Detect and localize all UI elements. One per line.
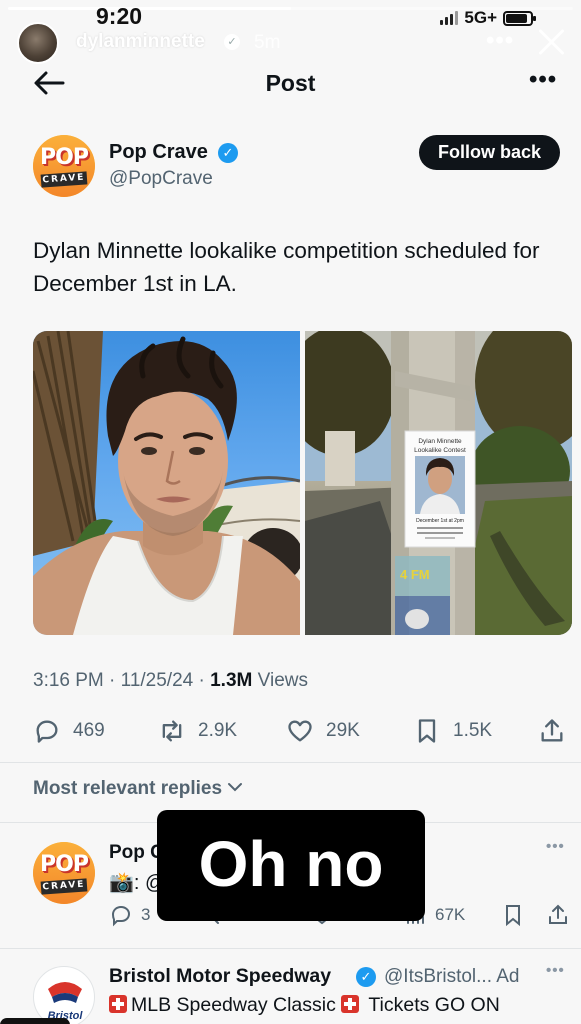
ad-text: MLB Speedway Classic Tickets GO ON <box>109 994 500 1017</box>
cross-mark-icon <box>341 995 360 1013</box>
network-label: 5G+ <box>464 8 497 27</box>
story-username[interactable]: dylanminnette <box>76 31 205 53</box>
like-button[interactable]: 29K <box>286 717 360 745</box>
repost-button[interactable]: 2.9K <box>158 717 237 745</box>
tweet-photo-poster[interactable]: Dylan Minnette Lookalike Contest Decembe… <box>305 331 572 635</box>
follow-back-button[interactable]: Follow back <box>419 135 560 170</box>
story-time-ago: 5m <box>254 32 281 53</box>
reply-share-button[interactable] <box>546 903 570 927</box>
story-progress-fill <box>8 7 291 10</box>
views-count: 1.3M <box>210 670 253 691</box>
svg-text:4 FM: 4 FM <box>400 567 430 582</box>
replies-sort-label: Most relevant replies <box>33 778 223 799</box>
ad-label: Ad <box>496 966 520 987</box>
reply-button[interactable]: 469 <box>33 717 105 745</box>
verified-icon: ✓ <box>356 967 376 987</box>
poster-date: December 1st at 2pm <box>416 518 464 524</box>
status-time: 9:20 <box>96 3 143 29</box>
repost-count: 2.9K <box>198 720 238 741</box>
reply-reply-count: 3 <box>141 905 151 924</box>
poster-illustration: Dylan Minnette Lookalike Contest Decembe… <box>305 331 572 635</box>
author-name[interactable]: Pop Crave <box>109 141 208 164</box>
signal-icon <box>440 11 459 25</box>
heart-icon <box>288 720 312 742</box>
tweet-text: Dylan Minnette lookalike competition sch… <box>33 238 540 296</box>
ad-more-dots-icon[interactable]: ••• <box>546 962 565 979</box>
post-more-dots-icon[interactable]: ••• <box>529 66 557 94</box>
reply-author-name[interactable]: Pop C <box>109 842 164 864</box>
bristol-logo[interactable]: Bristol <box>33 966 95 1024</box>
battery-icon <box>503 10 536 26</box>
reply-bookmark-button[interactable] <box>501 903 525 927</box>
reply-more-dots-icon[interactable]: ••• <box>546 838 565 855</box>
reply-count: 469 <box>73 720 105 741</box>
reply-avatar[interactable]: POP CRAVE <box>33 842 95 904</box>
tweet-photo-selfie[interactable] <box>33 331 300 635</box>
story-avatar[interactable] <box>17 22 59 64</box>
ad-author-name[interactable]: Bristol Motor Speedway <box>109 965 331 988</box>
reply-views-count: 67K <box>435 905 466 924</box>
bookmark-button[interactable]: 1.5K <box>413 717 492 745</box>
bookmark-count: 1.5K <box>453 720 493 741</box>
like-count: 29K <box>326 720 360 741</box>
story-more-dots-icon[interactable]: ••• <box>486 27 514 55</box>
views-label: Views <box>257 670 308 691</box>
verified-icon: ✓ <box>218 143 238 163</box>
close-icon[interactable] <box>534 24 570 60</box>
repost-icon <box>162 720 182 742</box>
ad-handle: @ItsBristol... Ad <box>384 966 520 987</box>
replies-sort-dropdown[interactable]: Most relevant replies <box>33 778 243 800</box>
story-verified-icon: ✓ <box>224 34 240 50</box>
pop-crave-avatar[interactable]: POP CRAVE <box>33 135 95 197</box>
reply-icon <box>36 720 58 743</box>
home-indicator <box>0 1018 70 1024</box>
tweet-time: 3:16 PM <box>33 670 104 691</box>
status-indicators: 5G+ <box>440 8 536 28</box>
selfie-illustration <box>33 331 300 635</box>
bookmark-icon <box>506 905 520 927</box>
share-icon <box>541 719 563 742</box>
chevron-down-icon <box>228 783 243 792</box>
reply-icon <box>111 905 131 927</box>
reply-reply-button[interactable]: 3 <box>109 903 150 927</box>
divider <box>0 948 581 949</box>
cross-mark-icon <box>109 995 127 1013</box>
tweet-date: 11/25/24 <box>120 670 194 691</box>
story-frame: 9:20 5G+ dylanminnette ✓ 5m ••• Post •••… <box>0 0 581 1024</box>
author-handle[interactable]: @PopCrave <box>109 168 213 190</box>
share-icon <box>549 904 567 924</box>
share-button[interactable] <box>538 717 566 745</box>
story-text-sticker: Oh no <box>157 810 425 921</box>
poster-title-line2: Lookalike Contest <box>414 447 466 454</box>
bookmark-icon <box>418 719 436 743</box>
divider <box>0 762 581 763</box>
poster-title-line1: Dylan Minnette <box>418 438 462 445</box>
page-title: Post <box>265 70 316 96</box>
tweet-metadata: 3:16 PM · 11/25/24 · 1.3M Views <box>33 670 308 691</box>
